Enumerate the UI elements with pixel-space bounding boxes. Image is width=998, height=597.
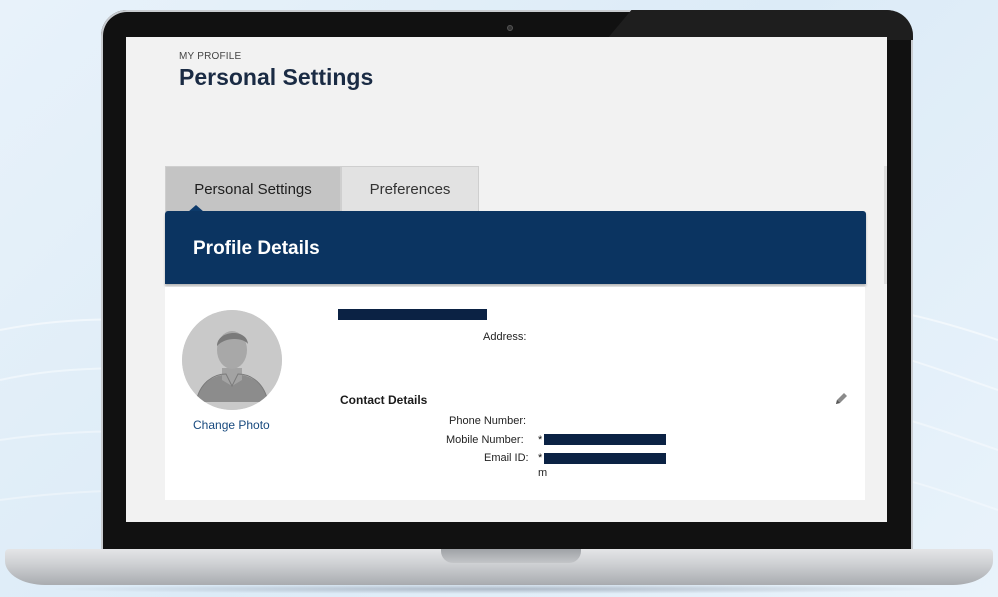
- redacted-name: [338, 309, 487, 320]
- address-label: Address:: [483, 331, 527, 343]
- laptop-base: [5, 549, 993, 585]
- email-label: Email ID:: [484, 452, 529, 464]
- avatar[interactable]: [182, 310, 282, 410]
- user-silhouette-icon: [182, 310, 282, 410]
- page-title: Personal Settings: [179, 64, 374, 90]
- lid-glare: [606, 10, 913, 40]
- profile-details-header: Profile Details: [165, 211, 866, 284]
- change-photo-link[interactable]: Change Photo: [193, 418, 270, 432]
- email-prefix: *: [538, 452, 543, 464]
- screen: MY PROFILE Personal Settings Personal Se…: [126, 37, 887, 522]
- redacted-mobile: [544, 434, 666, 445]
- profile-details-title: Profile Details: [193, 238, 320, 259]
- camera-icon: [507, 25, 513, 31]
- pencil-icon[interactable]: [833, 391, 849, 407]
- profile-card: Change Photo Address: Contact Details Ph…: [165, 287, 865, 500]
- page-eyebrow: MY PROFILE: [179, 51, 242, 62]
- tab-bar: Personal Settings Preferences: [165, 166, 479, 212]
- redacted-email: [544, 453, 666, 464]
- tab-preferences[interactable]: Preferences: [341, 166, 479, 212]
- mobile-label: Mobile Number:: [446, 434, 524, 446]
- scroll-edge: [884, 166, 887, 284]
- contact-details-title: Contact Details: [340, 393, 428, 407]
- laptop-shadow: [40, 584, 958, 594]
- laptop-notch: [441, 549, 581, 563]
- email-tail: m: [538, 467, 548, 479]
- phone-label: Phone Number:: [449, 415, 527, 427]
- mobile-prefix: *: [538, 434, 543, 446]
